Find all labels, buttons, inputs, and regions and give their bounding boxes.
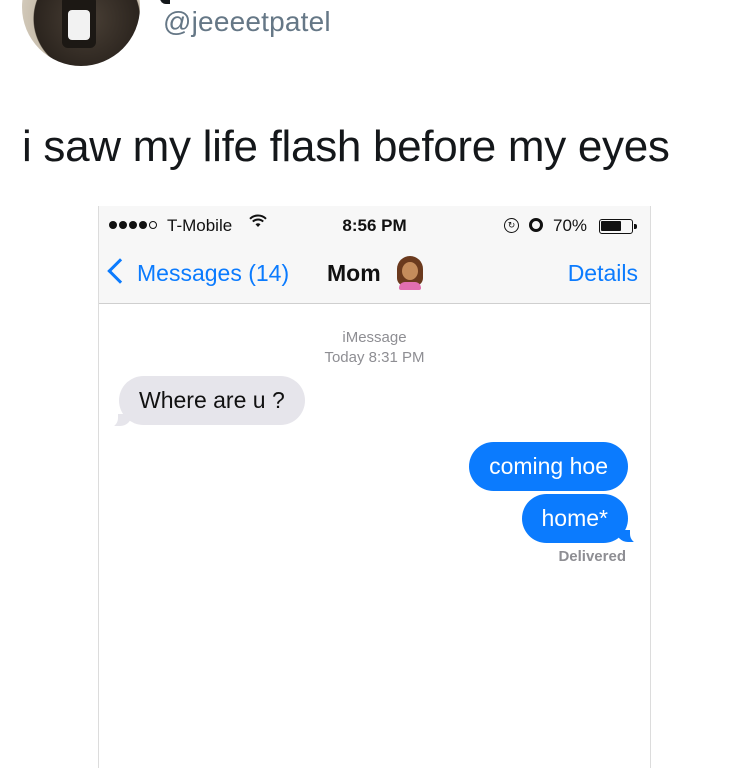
alarm-icon: [529, 218, 543, 232]
outgoing-message[interactable]: coming hoe: [469, 442, 628, 491]
incoming-message[interactable]: Where are u ?: [119, 376, 305, 425]
outgoing-message[interactable]: home*: [521, 494, 628, 543]
user-handle[interactable]: @jeeeetpatel: [163, 6, 331, 38]
contact-name[interactable]: Mom: [327, 260, 381, 287]
avatar[interactable]: [22, 0, 140, 66]
conversation-meta: iMessage Today 8:31 PM: [99, 328, 650, 368]
messages-screenshot: T-Mobile 8:56 PM ↻ 70% Messages (14) Mom…: [98, 206, 651, 768]
avatar-shirt: [68, 10, 90, 40]
back-button[interactable]: Messages (14): [137, 260, 289, 287]
tweet-text: i saw my life flash before my eyes: [22, 122, 670, 171]
woman-emoji-icon: [395, 256, 425, 290]
status-bar: T-Mobile 8:56 PM ↻ 70%: [99, 206, 650, 246]
service-label: iMessage: [342, 329, 407, 346]
delivery-status: Delivered: [558, 548, 626, 565]
rotation-lock-icon: ↻: [504, 218, 519, 233]
details-button[interactable]: Details: [568, 260, 638, 287]
conversation-view[interactable]: iMessage Today 8:31 PM Where are u ? com…: [99, 304, 650, 768]
message-timestamp: Today 8:31 PM: [324, 349, 425, 366]
display-name-fragment: [160, 0, 170, 4]
battery-fill: [601, 221, 621, 231]
navigation-bar: Messages (14) Mom Details: [99, 246, 650, 304]
battery-percentage: 70%: [553, 216, 588, 235]
chevron-left-icon[interactable]: [107, 258, 133, 284]
battery-icon: [599, 219, 637, 234]
